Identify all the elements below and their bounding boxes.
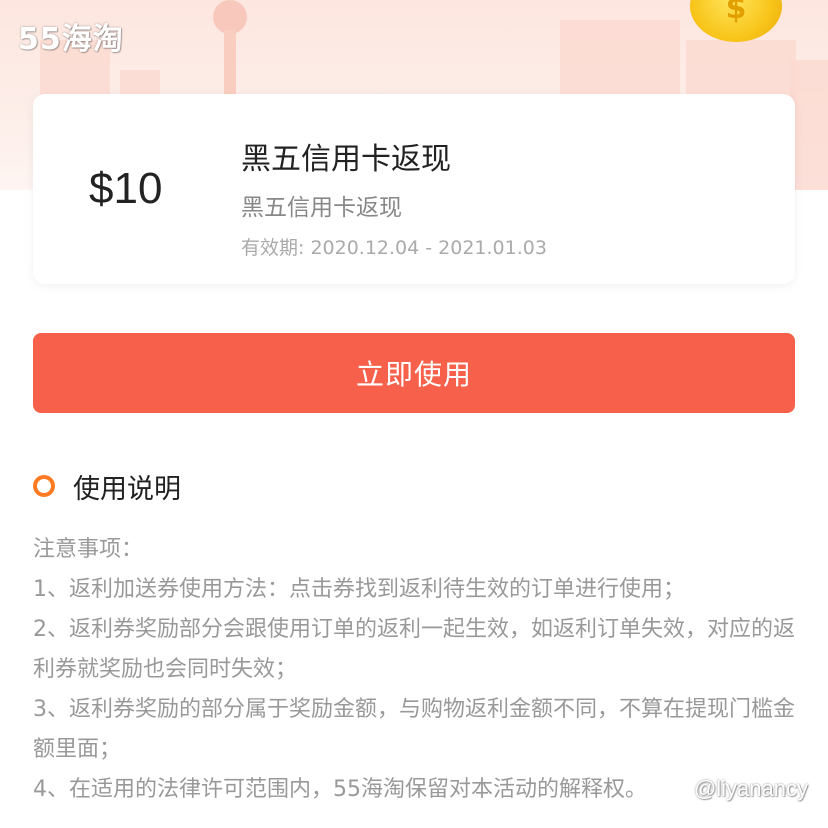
watermark: @liyanancy (693, 776, 808, 801)
use-now-button[interactable]: 立即使用 (33, 333, 795, 413)
ring-dot-icon (33, 475, 55, 497)
coupon-subtitle: 黑五信用卡返现 (241, 195, 402, 221)
coupon-validity: 有效期: 2020.12.04 - 2021.01.03 (241, 237, 547, 259)
banner-tower-top (213, 0, 247, 34)
banner-building (790, 60, 828, 190)
dollar-coin-icon: $ (690, 0, 782, 42)
instructions-header: 使用说明 (33, 466, 181, 506)
instruction-item: 4、在适用的法律许可范围内，55海淘保留对本活动的解释权。 (33, 777, 647, 802)
instruction-item: 2、返利券奖励部分会跟使用订单的返利一起生效，如返利订单失效，对应的返利券就奖励… (33, 617, 795, 682)
coupon-amount: $10 (89, 164, 163, 213)
instructions-body: 注意事项： 1、返利加送券使用方法：点击券找到返利待生效的订单进行使用； 2、返… (33, 530, 803, 810)
coupon-detail-page: $ 55海淘 $10 黑五信用卡返现 黑五信用卡返现 有效期: 2020.12.… (0, 0, 828, 828)
banner-tower-stem (224, 30, 236, 100)
notes-title: 注意事项： (33, 537, 144, 562)
brand-logo: 55海淘 (18, 22, 124, 57)
instruction-item: 3、返利券奖励的部分属于奖励金额，与购物返利金额不同，不算在提现门槛金额里面； (33, 697, 795, 762)
coupon-title: 黑五信用卡返现 (241, 142, 451, 177)
instruction-item: 1、返利加送券使用方法：点击券找到返利待生效的订单进行使用； (33, 577, 685, 602)
instructions-heading: 使用说明 (73, 473, 181, 505)
coupon-card: $10 黑五信用卡返现 黑五信用卡返现 有效期: 2020.12.04 - 20… (33, 94, 795, 284)
